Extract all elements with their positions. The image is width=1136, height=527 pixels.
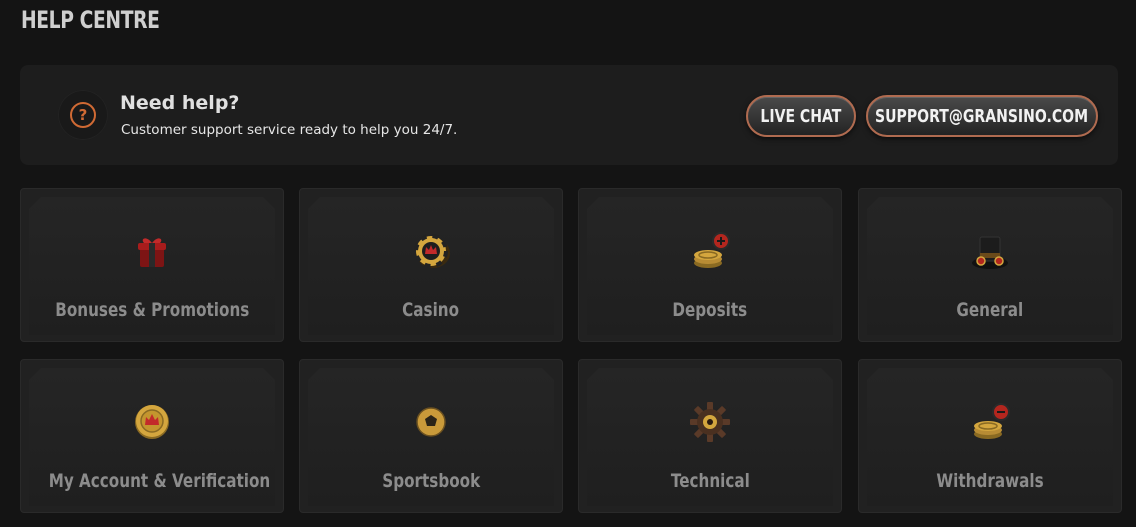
coins-minus-icon [974, 403, 1010, 439]
category-label: My Account & Verification [48, 470, 271, 492]
category-label: Bonuses & Promotions [54, 299, 250, 321]
support-email-label: SUPPORT@GRANSINO.COM [875, 105, 1089, 127]
live-chat-label: LIVE CHAT [760, 105, 842, 127]
support-email-button[interactable]: SUPPORT@GRANSINO.COM [866, 95, 1098, 137]
help-icon-container: ? [58, 90, 108, 140]
category-label: Withdrawals [936, 470, 1044, 492]
category-card-sportsbook[interactable]: Sportsbook [299, 359, 563, 513]
page-title: HELP CENTRE [21, 6, 160, 34]
category-label: Casino [402, 299, 460, 321]
category-label: Technical [670, 470, 750, 492]
help-banner: ? Need help? Customer support service re… [20, 65, 1118, 165]
soccer-ball-icon [416, 407, 446, 437]
top-hat-icon [972, 236, 1008, 269]
category-card-bonuses[interactable]: Bonuses & Promotions [20, 188, 284, 342]
category-label: Sportsbook [382, 470, 480, 492]
help-centre-page: HELP CENTRE ? Need help? Customer suppor… [0, 0, 1136, 527]
category-card-casino[interactable]: Casino [299, 188, 563, 342]
category-label: Deposits [672, 299, 748, 321]
gear-icon [690, 402, 730, 442]
crown-coin-icon [135, 405, 169, 439]
category-card-withdrawals[interactable]: Withdrawals [858, 359, 1122, 513]
gift-box-icon [138, 238, 166, 267]
help-heading: Need help? [120, 92, 240, 114]
category-card-general[interactable]: General [858, 188, 1122, 342]
live-chat-button[interactable]: LIVE CHAT [746, 95, 856, 137]
help-subtitle: Customer support service ready to help y… [121, 122, 458, 138]
coins-plus-icon [694, 232, 730, 268]
category-card-technical[interactable]: Technical [578, 359, 842, 513]
category-label: General [956, 299, 1024, 321]
category-card-deposits[interactable]: Deposits [578, 188, 842, 342]
question-circle-icon: ? [70, 102, 96, 128]
category-card-account[interactable]: My Account & Verification [20, 359, 284, 513]
casino-chip-icon [414, 234, 450, 268]
